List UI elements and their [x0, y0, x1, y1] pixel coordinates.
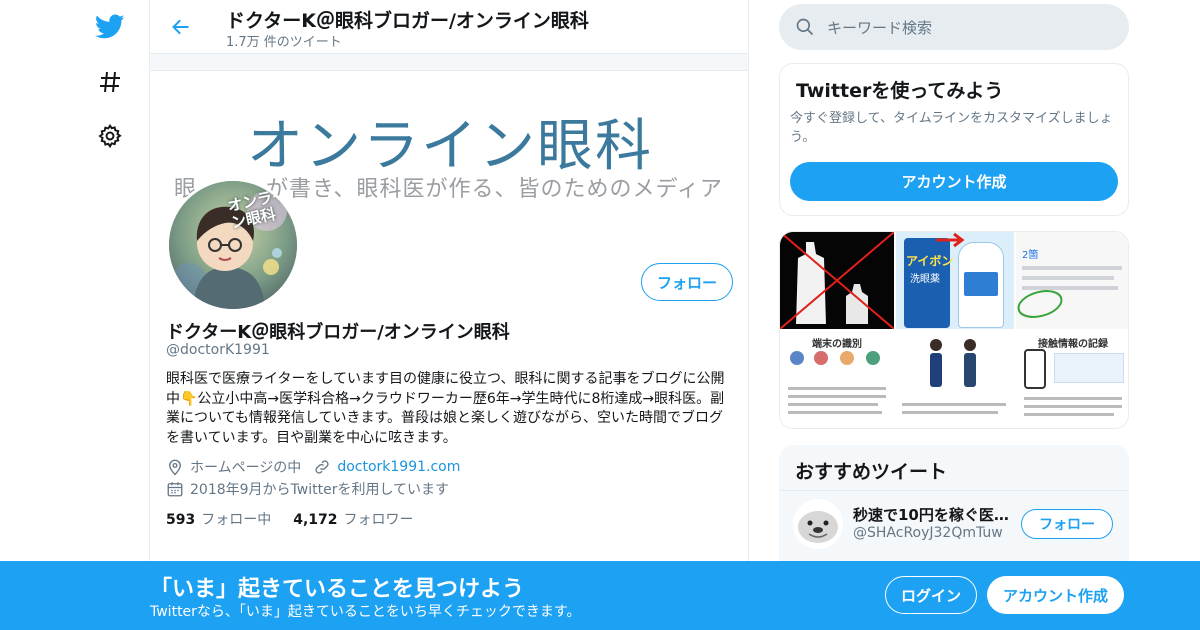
media-thumb-contact-record[interactable]: 接触情報の記録: [1016, 331, 1128, 428]
profile-handle: @doctorK1991: [166, 342, 270, 358]
recommended-account-handle: @SHAcRoyJ32QmTuw: [853, 525, 1003, 541]
terminal-id-title: 端末の識別: [812, 339, 862, 350]
contact-record-title: 接触情報の記録: [1038, 339, 1108, 350]
twitter-profile-page: ドクターK＠眼科ブロガー/オンライン眼科 1.7万 件のツイート オンライン眼科…: [0, 0, 1200, 630]
followers-count: 4,172: [293, 512, 338, 528]
search-input[interactable]: キーワード検索: [827, 17, 932, 38]
follow-button[interactable]: フォロー: [641, 263, 733, 301]
profile-meta-location-url: ホームページの中 doctork1991.com: [166, 457, 460, 477]
profile-column: ドクターK＠眼科ブロガー/オンライン眼科 1.7万 件のツイート オンライン眼科…: [149, 0, 749, 630]
calendar-icon: [167, 482, 183, 497]
back-arrow-icon[interactable]: [164, 10, 198, 44]
link-icon: [315, 460, 329, 474]
bottom-signup-button[interactable]: アカウント作成: [987, 576, 1124, 614]
header-title: ドクターK＠眼科ブロガー/オンライン眼科: [226, 10, 589, 32]
media-grid[interactable]: アイボン 洗眼薬 2箇 端末の識別 接触情報の記録: [779, 231, 1129, 429]
media-thumb-terminal-id[interactable]: 端末の識別: [780, 331, 894, 428]
recommended-avatar[interactable]: [793, 499, 843, 549]
recommended-divider: [779, 490, 1129, 491]
signup-card: Twitterを使ってみよう 今すぐ登録して、タイムラインをカスタマイズしましょ…: [779, 63, 1129, 216]
header-divider: [150, 54, 748, 71]
location-pin-icon: [169, 459, 181, 476]
profile-bio: 眼科医で医療ライターをしています目の健康に役立つ、眼科に関する記事をブログに公開…: [166, 371, 725, 446]
left-nav: [80, 0, 140, 630]
login-button[interactable]: ログイン: [885, 576, 977, 614]
create-account-button[interactable]: アカウント作成: [790, 162, 1118, 201]
media-thumb-app-screenshot[interactable]: 2箇: [1016, 232, 1128, 329]
followers-label: フォロワー: [343, 512, 414, 528]
banner-title: オンライン眼科: [247, 114, 653, 179]
profile-stats: 593 フォロー中 4,172 フォロワー: [166, 509, 414, 529]
followers-stat[interactable]: 4,172 フォロワー: [293, 509, 413, 529]
recommended-title: おすすめツイート: [795, 461, 948, 483]
following-label: フォロー中: [201, 512, 272, 528]
profile-location: ホームページの中: [190, 460, 302, 476]
right-sidebar: キーワード検索 Twitterを使ってみよう 今すぐ登録して、タイムラインをカス…: [779, 0, 1129, 630]
profile-url-link[interactable]: doctork1991.com: [337, 459, 460, 475]
search-bar[interactable]: キーワード検索: [779, 4, 1129, 50]
signup-card-text: 今すぐ登録して、タイムラインをカスタマイズしましょう。: [790, 111, 1113, 145]
following-count: 593: [166, 512, 196, 528]
following-stat[interactable]: 593 フォロー中: [166, 509, 271, 529]
media-thumb-eyewash[interactable]: アイボン 洗眼薬: [896, 232, 1014, 329]
bottom-bar-subtitle: Twitterなら、「いま」起きていることをいち早くチェックできます。: [150, 604, 581, 620]
signup-card-title: Twitterを使ってみよう: [796, 80, 1004, 102]
twitter-bird-icon[interactable]: [86, 3, 134, 51]
media-thumb-dropper[interactable]: [780, 232, 894, 329]
media-thumb-people[interactable]: [896, 331, 1014, 428]
profile-avatar[interactable]: オンライン眼科: [166, 178, 300, 312]
recommended-tweets-card: おすすめツイート 秒速で10円を稼ぐ医… @SHAcRoyJ32QmTuw フォ…: [779, 445, 1129, 575]
profile-name: ドクターK＠眼科ブロガー/オンライン眼科: [166, 322, 510, 343]
profile-meta-joined: 2018年9月からTwitterを利用しています: [166, 479, 449, 499]
gear-icon[interactable]: [86, 112, 134, 160]
signup-bottom-bar: 「いま」起きていることを見つけよう Twitterなら、「いま」起きていることを…: [0, 561, 1200, 630]
bottom-bar-title: 「いま」起きていることを見つけよう: [150, 577, 525, 602]
profile-joined-date: 2018年9月からTwitterを利用しています: [190, 482, 450, 498]
recommended-account-name[interactable]: 秒速で10円を稼ぐ医…: [853, 504, 1009, 525]
search-icon: [796, 18, 814, 36]
hashtag-icon[interactable]: [86, 58, 134, 106]
profile-header: ドクターK＠眼科ブロガー/オンライン眼科 1.7万 件のツイート: [150, 0, 748, 54]
tweet-count: 1.7万 件のツイート: [226, 35, 342, 50]
recommended-follow-button[interactable]: フォロー: [1021, 509, 1113, 539]
